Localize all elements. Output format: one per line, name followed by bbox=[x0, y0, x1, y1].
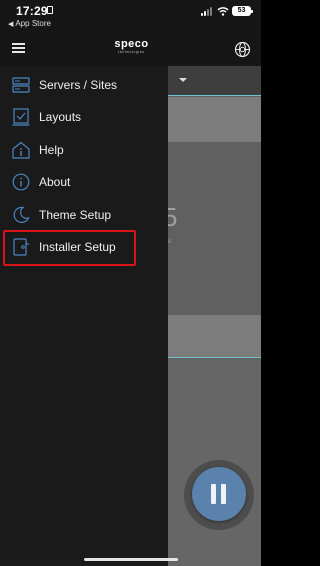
dropdown-caret-icon bbox=[179, 78, 187, 82]
menu-item-label: Help bbox=[39, 143, 64, 157]
back-app-label: App Store bbox=[15, 19, 51, 28]
speco-logo: speco technologies bbox=[113, 39, 150, 55]
back-arrow-icon: ◀ bbox=[8, 21, 14, 28]
back-to-app-store-link[interactable]: ◀ App Store bbox=[8, 19, 51, 28]
menu-item-installer-setup[interactable]: Installer Setup bbox=[0, 232, 168, 262]
menu-item-label: About bbox=[39, 175, 71, 189]
servers-icon bbox=[12, 77, 30, 93]
home-indicator[interactable] bbox=[84, 558, 178, 561]
menu-item-servers-sites[interactable]: Servers / Sites bbox=[0, 70, 168, 100]
pause-button[interactable] bbox=[192, 467, 246, 521]
hamburger-menu-icon[interactable] bbox=[12, 43, 25, 53]
background-small-text: s bbox=[168, 239, 171, 245]
menu-item-label: Installer Setup bbox=[39, 240, 116, 254]
status-time: 17:29 bbox=[16, 4, 48, 18]
about-icon bbox=[12, 173, 30, 191]
globe-settings-icon[interactable] bbox=[234, 41, 251, 58]
pause-icon bbox=[211, 484, 216, 504]
pause-icon-bar bbox=[221, 484, 226, 504]
menu-item-label: Servers / Sites bbox=[39, 78, 118, 92]
menu-item-layouts[interactable]: Layouts bbox=[0, 102, 168, 132]
menu-item-label: Theme Setup bbox=[39, 208, 112, 222]
battery-indicator: 53 bbox=[232, 6, 253, 16]
theme-moon-icon bbox=[13, 206, 30, 223]
navigation-drawer: Servers / Sites Layouts Help About Theme… bbox=[0, 66, 168, 566]
background-panel-top bbox=[168, 97, 261, 142]
installer-icon bbox=[13, 238, 29, 256]
orientation-lock-icon bbox=[47, 6, 53, 14]
menu-item-theme-setup[interactable]: Theme Setup bbox=[0, 200, 168, 230]
app-header: speco technologies bbox=[0, 32, 261, 66]
menu-item-label: Layouts bbox=[39, 110, 82, 124]
cellular-signal-icon bbox=[201, 7, 215, 16]
help-icon bbox=[12, 141, 30, 159]
menu-item-help[interactable]: Help bbox=[0, 135, 168, 165]
logo-subtitle: technologies bbox=[118, 50, 145, 54]
layouts-icon bbox=[12, 108, 30, 126]
wifi-icon bbox=[217, 7, 229, 16]
status-bar: 17:29 ◀ App Store 53 bbox=[0, 0, 261, 32]
logo-wordmark: speco bbox=[114, 38, 149, 50]
background-dropdown bbox=[168, 66, 261, 96]
menu-item-about[interactable]: About bbox=[0, 167, 168, 197]
background-panel-middle bbox=[168, 315, 261, 358]
